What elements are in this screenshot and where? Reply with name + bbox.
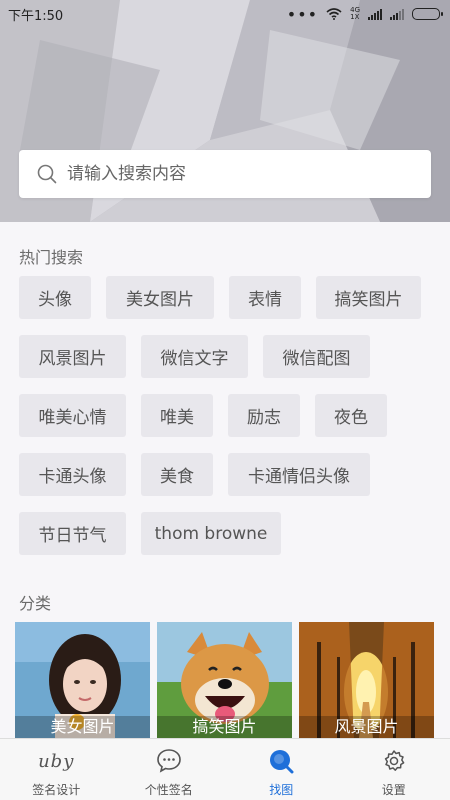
- tag-row: 唯美心情 唯美 励志 夜色: [19, 394, 439, 437]
- hot-tag[interactable]: thom browne: [141, 512, 281, 555]
- categories-title: 分类: [19, 594, 52, 613]
- signature-logo-icon: uby: [38, 747, 74, 775]
- tab-settings[interactable]: 设置: [338, 739, 450, 800]
- hot-tag[interactable]: 微信配图: [263, 335, 370, 378]
- category-card-scenery[interactable]: 风景图片: [299, 622, 434, 738]
- hot-tag[interactable]: 卡通情侣头像: [228, 453, 370, 496]
- tab-label: 设置: [381, 783, 406, 797]
- battery-icon: [412, 8, 443, 20]
- category-caption: 美女图片: [15, 716, 150, 738]
- bottom-tab-bar: uby 签名设计 个性签名 找图 设置: [0, 738, 450, 800]
- network-sub: 1X: [350, 13, 360, 21]
- search-box[interactable]: [19, 150, 431, 198]
- status-bar: 下午1:50 ••• 4G 1X: [0, 0, 450, 28]
- hot-tag[interactable]: 卡通头像: [19, 453, 126, 496]
- category-caption: 搞笑图片: [157, 716, 292, 738]
- search-circle-icon: [270, 750, 294, 774]
- more-dots-icon: •••: [286, 4, 319, 24]
- hot-tag[interactable]: 头像: [19, 276, 91, 319]
- hot-tag[interactable]: 表情: [229, 276, 301, 319]
- hot-tag[interactable]: 美食: [141, 453, 213, 496]
- tag-row: 头像 美女图片 表情 搞笑图片: [19, 276, 439, 319]
- search-input[interactable]: [67, 164, 407, 184]
- signal-icon-2: [390, 8, 404, 20]
- tag-row: 节日节气 thom browne: [19, 512, 439, 555]
- signal-icon: [368, 8, 382, 20]
- category-card-beauty[interactable]: 美女图片: [15, 622, 150, 738]
- category-caption: 风景图片: [299, 716, 434, 738]
- hot-tag[interactable]: 励志: [228, 394, 300, 437]
- hot-tag[interactable]: 搞笑图片: [316, 276, 421, 319]
- category-card-funny[interactable]: 搞笑图片: [157, 622, 292, 738]
- wifi-icon: [326, 8, 342, 20]
- tab-signature-design[interactable]: uby 签名设计: [0, 739, 113, 800]
- category-cards: 美女图片 搞笑图片 风景图片: [15, 622, 435, 738]
- hot-tag[interactable]: 唯美心情: [19, 394, 126, 437]
- hot-tag[interactable]: 风景图片: [19, 335, 126, 378]
- hot-tag[interactable]: 微信文字: [141, 335, 248, 378]
- network-type: 4G 1X: [350, 7, 360, 21]
- gear-icon: [384, 750, 405, 771]
- search-icon: [37, 164, 57, 184]
- hot-tag[interactable]: 节日节气: [19, 512, 126, 555]
- chat-bubble-icon: [156, 749, 181, 773]
- tag-row: 卡通头像 美食 卡通情侣头像: [19, 453, 439, 496]
- hot-search-title: 热门搜索: [19, 248, 84, 267]
- hot-search-tags: 头像 美女图片 表情 搞笑图片 风景图片 微信文字 微信配图 唯美心情 唯美 励…: [19, 276, 439, 571]
- status-time: 下午1:50: [8, 8, 64, 24]
- hot-tag[interactable]: 夜色: [315, 394, 387, 437]
- signature-logo-text: uby: [38, 750, 75, 772]
- tab-find-image[interactable]: 找图: [225, 739, 338, 800]
- tab-label: 个性签名: [144, 783, 193, 797]
- hot-tag[interactable]: 唯美: [141, 394, 213, 437]
- tab-label: 找图: [269, 783, 294, 797]
- tag-row: 风景图片 微信文字 微信配图: [19, 335, 439, 378]
- hot-tag[interactable]: 美女图片: [106, 276, 214, 319]
- tab-label: 签名设计: [32, 783, 81, 797]
- tab-personal-signature[interactable]: 个性签名: [113, 739, 226, 800]
